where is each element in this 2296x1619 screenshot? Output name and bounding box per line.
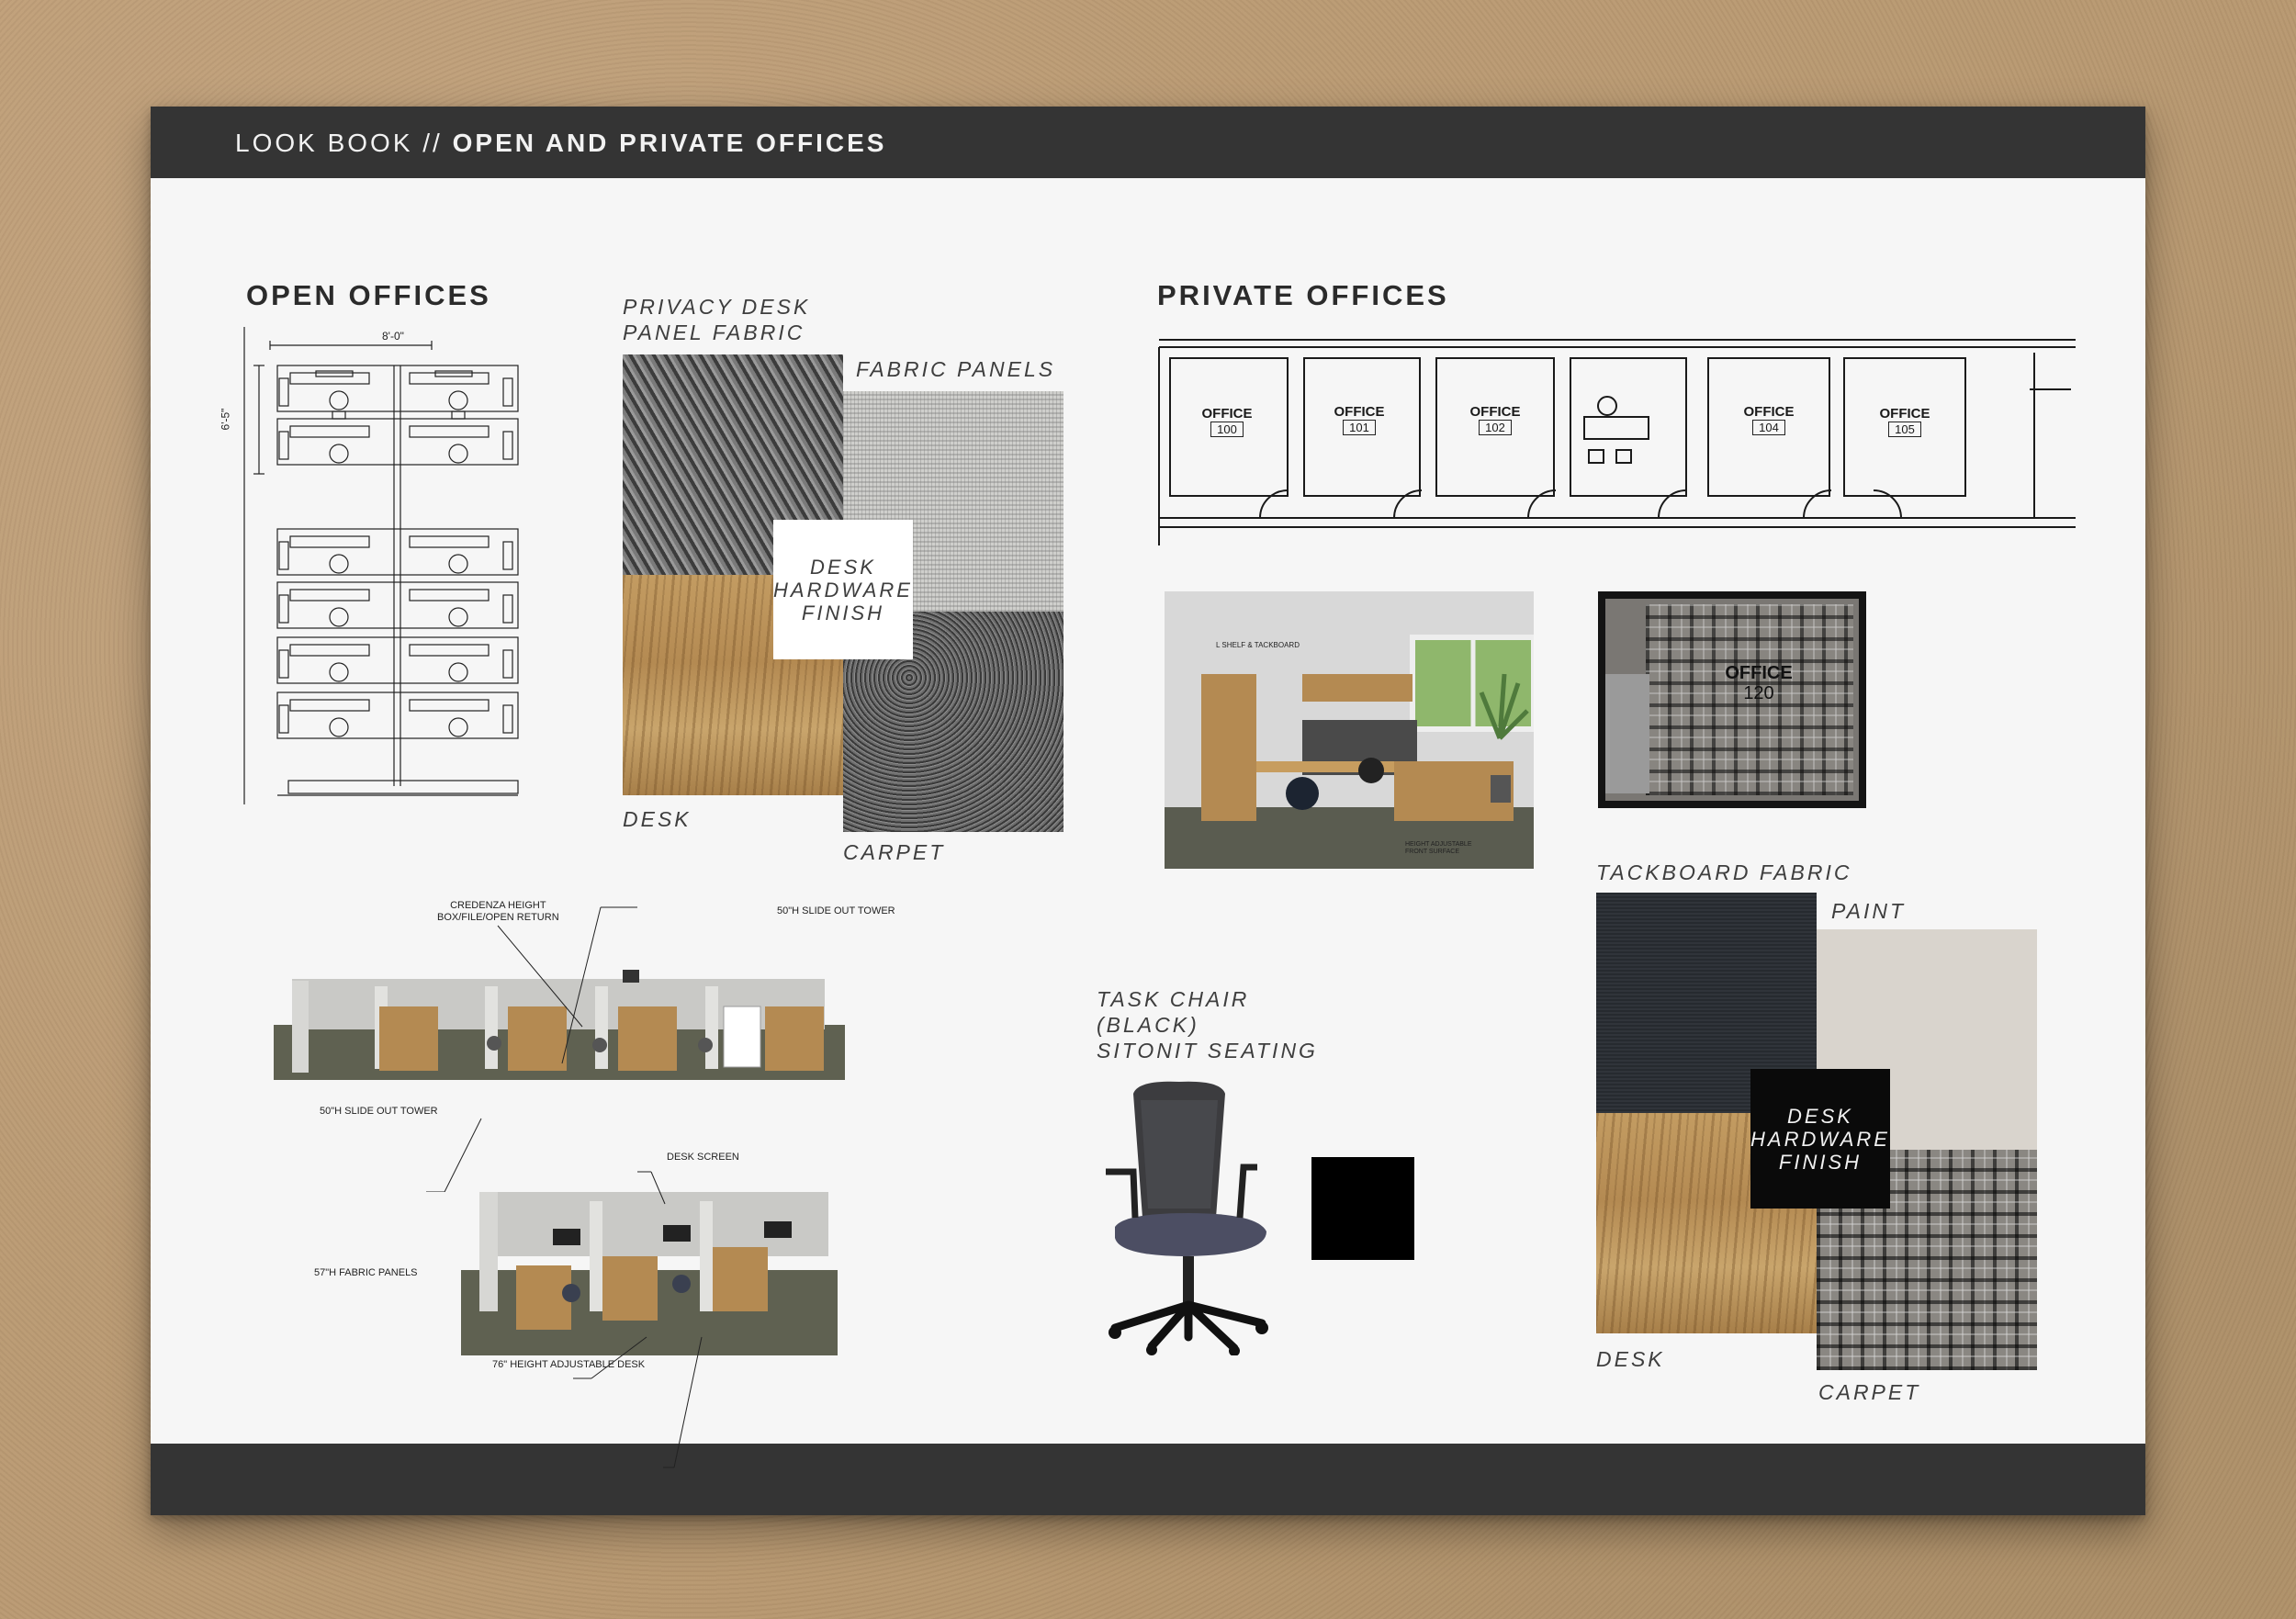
open-carpet-label: CARPET bbox=[843, 840, 946, 864]
header-bar: LOOK BOOK // OPEN AND PRIVATE OFFICES bbox=[151, 107, 2145, 178]
task-chair-line2: (BLACK) bbox=[1097, 1013, 1199, 1037]
title-main: OPEN AND PRIVATE OFFICES bbox=[452, 129, 887, 157]
office-105-label: OFFICE 105 bbox=[1855, 406, 1954, 437]
look-book-sheet: LOOK BOOK // OPEN AND PRIVATE OFFICES OP… bbox=[151, 107, 2145, 1515]
private-desk-label: DESK bbox=[1596, 1347, 1665, 1371]
height-adjustable-callout: HEIGHT ADJUSTABLE FRONT SURFACE bbox=[1405, 841, 1471, 856]
privacy-fabric-label-line2: PANEL FABRIC bbox=[623, 320, 805, 344]
credenza-callout: CREDENZA HEIGHT BOX/FILE/OPEN RETURN bbox=[437, 900, 559, 924]
adjustable-desk-callout: 76" HEIGHT ADJUSTABLE DESK bbox=[492, 1359, 646, 1370]
office-120-door-area bbox=[1605, 674, 1649, 793]
task-chair-image bbox=[1106, 1081, 1268, 1355]
privacy-fabric-label-line1: PRIVACY DESK bbox=[623, 295, 811, 319]
open-office-floor-plan bbox=[243, 327, 519, 804]
office-105-name: OFFICE bbox=[1879, 406, 1930, 422]
task-chair-line3: SITONIT SEATING bbox=[1097, 1039, 1318, 1062]
task-chair-line1: TASK CHAIR bbox=[1097, 987, 1250, 1011]
office-120-name: OFFICE bbox=[1725, 663, 1793, 683]
paint-label: PAINT bbox=[1831, 899, 1907, 923]
desk-hardware-finish-swatch: DESK HARDWARE FINISH bbox=[773, 520, 913, 659]
private-office-photo: L SHELF & TACKBOARD HEIGHT ADJUSTABLE FRO… bbox=[1165, 591, 1534, 869]
office-102-label: OFFICE 102 bbox=[1446, 404, 1545, 435]
shelf-callout: L SHELF & TACKBOARD bbox=[1216, 641, 1300, 649]
task-chair-label: TASK CHAIR (BLACK) SITONIT SEATING bbox=[1097, 986, 1318, 1063]
height-adjustable-callout-line1: HEIGHT ADJUSTABLE bbox=[1405, 841, 1472, 848]
finish-label-line1: DESK bbox=[810, 555, 876, 579]
office-105-number: 105 bbox=[1888, 422, 1921, 437]
finish-label-line2: HARDWARE bbox=[773, 578, 913, 602]
render-top-callout-lines bbox=[426, 906, 637, 1192]
title-prefix: LOOK BOOK // bbox=[235, 129, 453, 157]
private-finish-label-line1: DESK bbox=[1787, 1104, 1853, 1128]
office-101-number: 101 bbox=[1343, 420, 1376, 435]
desk-screen-callout: DESK SCREEN bbox=[667, 1152, 739, 1163]
fabric-panels-57-callout: 57"H FABRIC PANELS bbox=[314, 1267, 418, 1278]
width-dimension: 8'-0" bbox=[382, 330, 404, 343]
tackboard-fabric-label: TACKBOARD FABRIC bbox=[1596, 860, 1852, 884]
private-finish-label-line2: HARDWARE bbox=[1750, 1127, 1890, 1151]
fabric-panels-label: FABRIC PANELS bbox=[856, 357, 1056, 381]
private-carpet-label: CARPET bbox=[1818, 1380, 1921, 1404]
office-120-plan: OFFICE 120 bbox=[1598, 591, 1866, 808]
office-100-name: OFFICE bbox=[1201, 406, 1253, 422]
office-104-name: OFFICE bbox=[1743, 404, 1795, 420]
office-120-label: OFFICE 120 bbox=[1690, 663, 1828, 703]
office-102-number: 102 bbox=[1479, 420, 1512, 435]
office-100-number: 100 bbox=[1210, 422, 1244, 437]
private-hardware-finish-swatch: DESK HARDWARE FINISH bbox=[1750, 1069, 1890, 1209]
office-104-label: OFFICE 104 bbox=[1719, 404, 1818, 435]
open-offices-heading: OPEN OFFICES bbox=[246, 279, 491, 311]
private-finish-label-line3: FINISH bbox=[1778, 1150, 1863, 1174]
office-120-number: 120 bbox=[1743, 683, 1774, 703]
chair-black-color-swatch bbox=[1311, 1157, 1414, 1260]
office-100-label: OFFICE 100 bbox=[1177, 406, 1277, 437]
slide-tower-callout-bottom: 50"H SLIDE OUT TOWER bbox=[320, 1106, 438, 1117]
office-101-label: OFFICE 101 bbox=[1310, 404, 1409, 435]
office-102-name: OFFICE bbox=[1469, 404, 1521, 420]
credenza-callout-line1: CREDENZA HEIGHT bbox=[450, 900, 546, 911]
credenza-callout-line2: BOX/FILE/OPEN RETURN bbox=[437, 912, 559, 923]
depth-dimension: 6'-5" bbox=[219, 408, 232, 431]
slide-tower-callout-top: 50"H SLIDE OUT TOWER bbox=[777, 905, 895, 916]
private-office-floor-plan bbox=[1158, 339, 2076, 545]
height-adjustable-callout-line2: FRONT SURFACE bbox=[1405, 849, 1459, 855]
page-title: LOOK BOOK // OPEN AND PRIVATE OFFICES bbox=[235, 129, 886, 158]
privacy-fabric-label: PRIVACY DESK PANEL FABRIC bbox=[623, 294, 810, 345]
open-desk-label: DESK bbox=[623, 807, 692, 831]
office-101-name: OFFICE bbox=[1334, 404, 1385, 420]
finish-label-line3: FINISH bbox=[801, 601, 885, 624]
render-bottom-callout-lines bbox=[573, 1171, 703, 1468]
office-104-number: 104 bbox=[1752, 420, 1785, 435]
private-offices-heading: PRIVATE OFFICES bbox=[1157, 279, 1449, 311]
